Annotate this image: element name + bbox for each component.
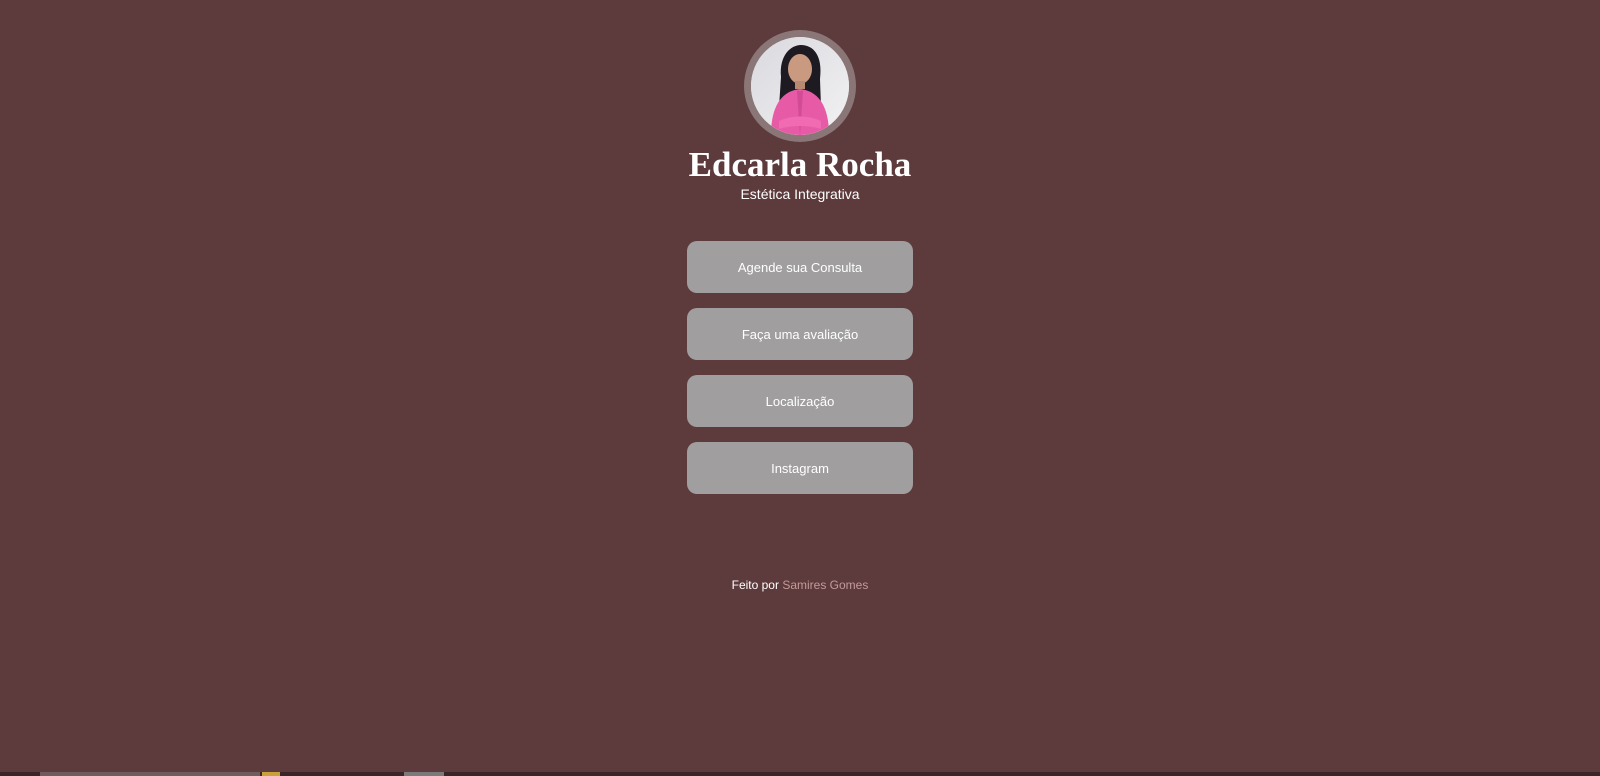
evaluation-button[interactable]: Faça uma avaliação xyxy=(687,308,913,360)
taskbar-item[interactable] xyxy=(262,772,280,776)
footer: Feito por Samires Gomes xyxy=(0,578,1600,592)
linktree-page: Edcarla Rocha Estética Integrativa Agend… xyxy=(0,0,1600,776)
profile-header: Edcarla Rocha Estética Integrativa xyxy=(0,30,1600,202)
avatar-ring xyxy=(744,30,856,142)
location-button[interactable]: Localização xyxy=(687,375,913,427)
schedule-consultation-button[interactable]: Agende sua Consulta xyxy=(687,241,913,293)
taskbar-item[interactable] xyxy=(40,772,260,776)
instagram-button[interactable]: Instagram xyxy=(687,442,913,494)
taskbar-item[interactable] xyxy=(404,772,444,776)
footer-prefix: Feito por xyxy=(731,578,779,592)
author-link[interactable]: Samires Gomes xyxy=(782,578,868,592)
taskbar-strip xyxy=(0,772,1600,776)
profile-name: Edcarla Rocha xyxy=(688,145,912,184)
link-list: Agende sua Consulta Faça uma avaliação L… xyxy=(687,241,913,509)
avatar xyxy=(751,37,849,135)
profile-photo-icon xyxy=(751,37,849,135)
profile-subtitle: Estética Integrativa xyxy=(740,186,860,202)
